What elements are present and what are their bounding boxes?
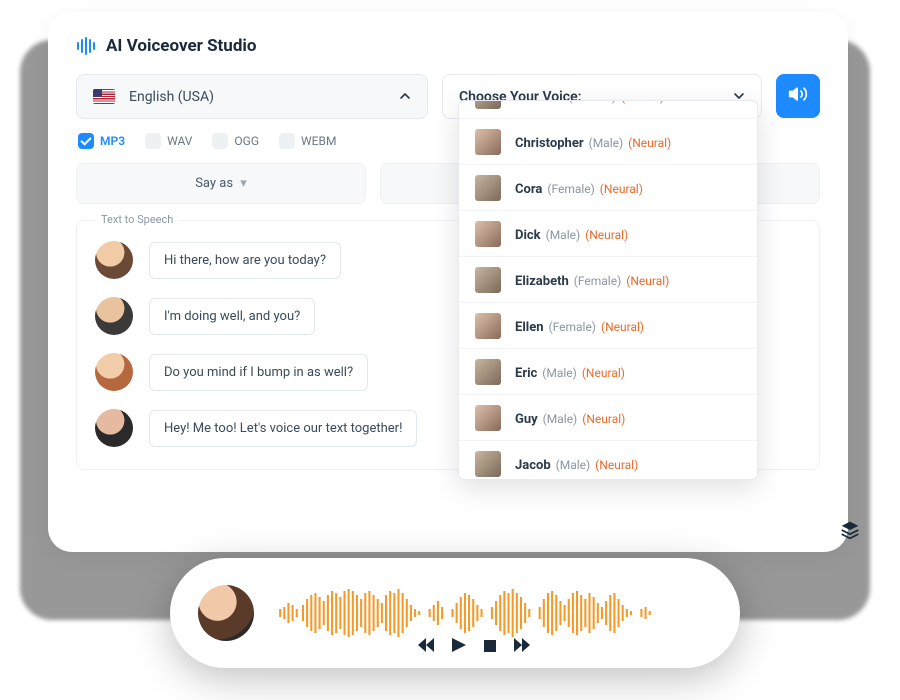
voice-name: Christopher [515,136,584,151]
voice-text: Caroline (Female) (Neural) [515,101,664,105]
voice-engine: (Neural) [623,274,669,288]
format-label: OGG [234,134,259,148]
voice-engine: (Neural) [579,412,625,426]
voice-option[interactable]: Dick (Male) (Neural) [459,211,757,257]
tts-section-label: Text to Speech [95,213,179,226]
voice-name: Eric [515,366,537,381]
voice-gender: (Female) [571,274,621,288]
voice-text: Guy (Male) (Neural) [515,408,625,427]
voice-engine: (Neural) [597,182,643,196]
avatar[interactable] [95,353,133,391]
voice-avatar [475,175,501,201]
voice-gender: (Male) [540,412,578,426]
voice-text: Christopher (Male) (Neural) [515,132,671,151]
voice-name: Dick [515,228,541,243]
voice-name: Ellen [515,320,544,335]
language-label: English (USA) [129,89,214,105]
fast-forward-icon[interactable] [514,637,530,656]
voice-engine: (Neural) [618,101,664,104]
voice-text: Cora (Female) (Neural) [515,178,643,197]
voice-avatar [475,359,501,385]
voice-option[interactable]: Christopher (Male) (Neural) [459,119,757,165]
voice-option[interactable]: Caroline (Female) (Neural) [459,101,757,119]
say-as-label: Say as [195,176,233,191]
message-bubble[interactable]: I'm doing well, and you? [149,298,315,335]
format-ogg[interactable]: OGG [212,133,259,149]
checkbox-icon [145,133,161,149]
chevron-up-icon [399,87,411,106]
speaker-icon [788,84,808,108]
say-as-dropdown[interactable]: Say as ▾ [76,163,366,204]
voice-option[interactable]: Guy (Male) (Neural) [459,395,757,441]
format-label: WAV [167,134,192,148]
voice-gender: (Male) [586,136,624,150]
voice-option[interactable]: Eric (Male) (Neural) [459,349,757,395]
message-bubble[interactable]: Hi there, how are you today? [149,242,341,279]
waveform-display[interactable] [276,585,712,641]
format-webm[interactable]: WEBM [279,133,336,149]
voice-avatar [475,221,501,247]
format-label: WEBM [301,134,336,148]
voice-avatar [475,405,501,431]
voice-avatar [475,101,501,109]
checkbox-icon [212,133,228,149]
voice-avatar [475,129,501,155]
checkbox-icon [78,133,94,149]
format-wav[interactable]: WAV [145,133,192,149]
message-bubble[interactable]: Hey! Me too! Let's voice our text togeth… [149,410,417,447]
voice-engine: (Neural) [579,366,625,380]
player-controls [418,637,530,656]
voice-name: Cora [515,182,542,197]
header: AI Voiceover Studio [76,36,820,56]
voice-text: Dick (Male) (Neural) [515,224,628,243]
voice-text: Jacob (Male) (Neural) [515,454,638,473]
waveform-logo-icon [76,37,96,55]
layers-icon[interactable] [840,520,860,544]
voice-gender: (Female) [546,320,596,334]
preview-audio-button[interactable] [776,74,820,118]
voice-option[interactable]: Ellen (Female) (Neural) [459,303,757,349]
voice-text: Elizabeth (Female) (Neural) [515,270,669,289]
voice-avatar [475,267,501,293]
stop-icon[interactable] [484,637,496,656]
voice-gender: (Female) [544,182,594,196]
voice-avatar [475,313,501,339]
voice-engine: (Neural) [598,320,644,334]
voice-name: Elizabeth [515,274,569,289]
voice-text: Ellen (Female) (Neural) [515,316,644,335]
play-icon[interactable] [452,637,466,656]
voice-dropdown-panel[interactable]: Caroline (Female) (Neural)Christopher (M… [458,100,758,480]
language-select[interactable]: English (USA) [76,74,428,119]
voice-option[interactable]: Cora (Female) (Neural) [459,165,757,211]
app-title: AI Voiceover Studio [106,36,257,56]
voice-option[interactable]: Elizabeth (Female) (Neural) [459,257,757,303]
flag-usa-icon [93,89,115,104]
voice-gender: (Male) [543,228,581,242]
rewind-icon[interactable] [418,637,434,656]
voice-gender: (Female) [566,101,616,104]
chevron-down-icon: ▾ [240,176,247,191]
voice-gender: (Male) [553,458,591,472]
voice-gender: (Male) [539,366,577,380]
voice-engine: (Neural) [582,228,628,242]
voice-engine: (Neural) [625,136,671,150]
avatar[interactable] [95,409,133,447]
player-avatar[interactable] [198,585,254,641]
voice-engine: (Neural) [592,458,638,472]
voice-name: Guy [515,412,538,427]
voice-name: Caroline [515,101,564,105]
format-mp3[interactable]: MP3 [78,133,125,149]
audio-player [170,558,740,668]
message-bubble[interactable]: Do you mind if I bump in as well? [149,354,368,391]
avatar[interactable] [95,297,133,335]
voice-name: Jacob [515,458,551,473]
voice-text: Eric (Male) (Neural) [515,362,625,381]
voice-avatar [475,451,501,477]
format-label: MP3 [100,134,125,148]
voice-option[interactable]: Jacob (Male) (Neural) [459,441,757,479]
avatar[interactable] [95,241,133,279]
checkbox-icon [279,133,295,149]
